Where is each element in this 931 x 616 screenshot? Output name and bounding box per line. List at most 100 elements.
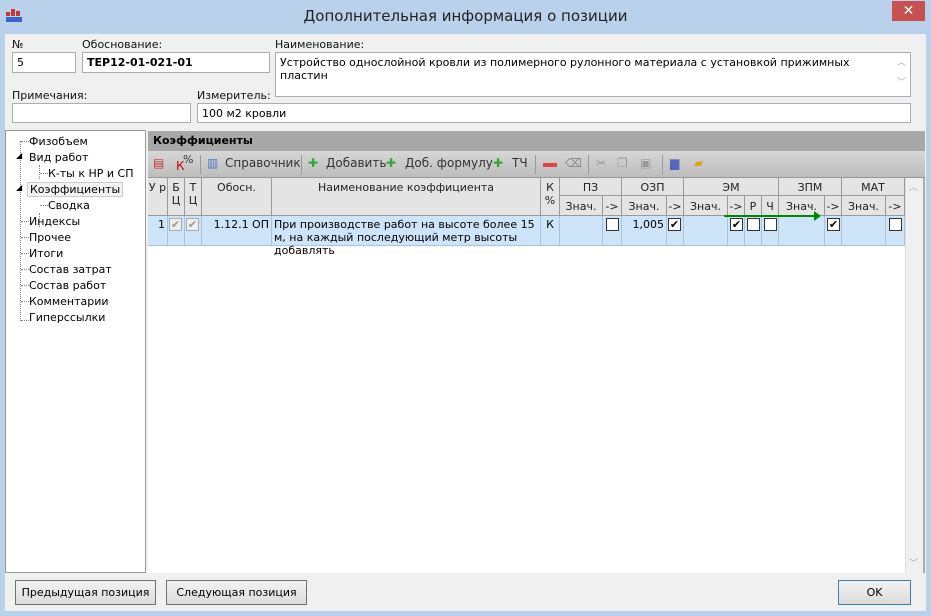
grid-body bbox=[148, 246, 905, 573]
cell-ur[interactable]: 1 bbox=[148, 216, 168, 246]
basis-input[interactable]: ТЕР12-01-021-01 bbox=[82, 52, 270, 73]
tree-item-fizobem[interactable]: Физобъем bbox=[29, 135, 88, 148]
cell-tc[interactable]: ✔ bbox=[185, 216, 202, 246]
arrow-head-icon bbox=[814, 211, 821, 221]
tch-button[interactable]: ТЧ bbox=[512, 156, 528, 170]
section-title: Коэффициенты bbox=[148, 132, 925, 151]
col-ur[interactable]: У р bbox=[148, 178, 168, 216]
grid-scrollbar[interactable]: ︿ ﹀ bbox=[905, 178, 923, 573]
col-kp[interactable]: К % bbox=[541, 178, 560, 216]
col-em-ch[interactable]: Ч bbox=[762, 196, 779, 216]
tree-item-kommentarii[interactable]: Комментарии bbox=[29, 295, 109, 308]
name-scrollbar[interactable]: ︿ ﹀ bbox=[893, 53, 910, 96]
reference-button[interactable]: Справочник bbox=[225, 156, 301, 170]
em-r-checkbox[interactable] bbox=[747, 218, 760, 231]
expand-icon[interactable]: ◢ bbox=[16, 151, 22, 160]
delete-row-icon[interactable]: ▤ bbox=[153, 156, 164, 170]
number-label: № bbox=[12, 38, 24, 51]
tree-item-sostav-zatrat[interactable]: Состав затрат bbox=[29, 263, 112, 276]
close-button[interactable]: ✕ bbox=[892, 1, 925, 21]
cell-basis[interactable]: 1.12.1 ОП bbox=[202, 216, 272, 246]
cell-bc[interactable]: ✔ bbox=[168, 216, 185, 246]
col-pz[interactable]: ПЗ bbox=[560, 178, 622, 196]
col-ozp-val[interactable]: Знач. bbox=[622, 196, 667, 216]
window-title: Дополнительная информация о позиции bbox=[303, 7, 628, 25]
col-zpm[interactable]: ЗПМ bbox=[779, 178, 842, 196]
col-mat[interactable]: МАТ bbox=[842, 178, 905, 196]
save-icon[interactable]: ▆ bbox=[670, 156, 679, 170]
book-icon: ▥ bbox=[207, 156, 219, 170]
tree-item-vid-rabot[interactable]: Вид работ bbox=[29, 151, 88, 164]
notes-input[interactable] bbox=[12, 103, 191, 123]
col-name[interactable]: Наименование коэффициента bbox=[272, 178, 541, 216]
cell-em-arrow[interactable]: ✔ bbox=[728, 216, 745, 246]
cell-ozp-val[interactable]: 1,005 bbox=[622, 216, 667, 246]
em-ch-checkbox[interactable] bbox=[764, 218, 777, 231]
cell-name[interactable]: При производстве работ на высоте более 1… bbox=[272, 216, 541, 257]
cut-icon[interactable]: ✂ bbox=[596, 156, 606, 170]
percent-icon[interactable]: % bbox=[183, 153, 193, 166]
tree-item-k-ty[interactable]: К-ты к НР и СП bbox=[48, 167, 134, 180]
copy-icon[interactable]: ❐ bbox=[617, 156, 628, 170]
ok-button[interactable]: OK bbox=[838, 580, 911, 605]
toolbar: ▤ К % ▥ Справочник ✚ Добавить ✚ Доб. фор… bbox=[148, 151, 925, 178]
col-em-arrow[interactable]: -> bbox=[728, 196, 745, 216]
scroll-up-icon[interactable]: ︿ bbox=[909, 180, 918, 193]
scroll-down-icon[interactable]: ﹀ bbox=[909, 556, 918, 569]
number-input[interactable]: 5 bbox=[12, 52, 76, 73]
cell-em-r[interactable] bbox=[745, 216, 762, 246]
col-ozp[interactable]: ОЗП bbox=[622, 178, 684, 196]
col-bc[interactable]: Б Ц bbox=[168, 178, 185, 216]
open-folder-icon[interactable]: ▰ bbox=[694, 156, 703, 170]
cell-mat-val[interactable] bbox=[842, 216, 886, 246]
cell-em-ch[interactable] bbox=[762, 216, 779, 246]
cell-kp[interactable]: К bbox=[541, 216, 560, 246]
tree-item-indeksy[interactable]: Индексы bbox=[29, 215, 80, 228]
tree-item-giperssylki[interactable]: Гиперссылки bbox=[29, 311, 105, 324]
col-mat-arrow[interactable]: -> bbox=[886, 196, 905, 216]
cell-mat-arrow[interactable] bbox=[886, 216, 905, 246]
col-ozp-arrow[interactable]: -> bbox=[667, 196, 684, 216]
prev-position-button[interactable]: Предыдущая позиция bbox=[15, 580, 156, 605]
add-formula-icon: ✚ bbox=[386, 156, 397, 170]
paste-icon[interactable]: ▣ bbox=[640, 156, 651, 170]
tree-item-itogi[interactable]: Итоги bbox=[29, 247, 63, 260]
tree-item-koefficienty[interactable]: Коэффициенты bbox=[27, 182, 124, 197]
cell-pz-arrow[interactable] bbox=[603, 216, 622, 246]
name-label: Наименование: bbox=[275, 38, 365, 51]
col-pz-val[interactable]: Знач. bbox=[560, 196, 603, 216]
remove-icon[interactable] bbox=[543, 163, 557, 167]
tree-item-svodka[interactable]: Сводка bbox=[48, 199, 90, 212]
eraser-icon[interactable]: ⌫ bbox=[565, 156, 582, 170]
cell-zpm-arrow[interactable]: ✔ bbox=[825, 216, 842, 246]
tree-item-sostav-rabot[interactable]: Состав работ bbox=[29, 279, 106, 292]
tree-item-prochee[interactable]: Прочее bbox=[29, 231, 71, 244]
navigation-tree: Физобъем ◢ Вид работ К-ты к НР и СП ◢ Коэф… bbox=[5, 130, 146, 573]
cell-pz-val[interactable] bbox=[560, 216, 603, 246]
unit-input[interactable]: 100 м2 кровли bbox=[197, 103, 911, 123]
ozp-arrow-checkbox[interactable]: ✔ bbox=[668, 218, 681, 231]
col-zpm-arrow[interactable]: -> bbox=[825, 196, 842, 216]
expand-icon[interactable]: ◢ bbox=[16, 183, 22, 192]
name-textarea[interactable]: Устройство однослойной кровли из полимер… bbox=[275, 52, 911, 97]
pz-arrow-checkbox[interactable] bbox=[606, 218, 619, 231]
notes-label: Примечания: bbox=[12, 89, 88, 102]
col-mat-val[interactable]: Знач. bbox=[842, 196, 886, 216]
col-em-r[interactable]: Р bbox=[745, 196, 762, 216]
bc-checkbox[interactable]: ✔ bbox=[169, 218, 182, 231]
cell-ozp-arrow[interactable]: ✔ bbox=[667, 216, 684, 246]
col-tc[interactable]: Т Ц bbox=[185, 178, 202, 216]
mat-arrow-checkbox[interactable] bbox=[889, 218, 902, 231]
cell-em-val[interactable] bbox=[684, 216, 728, 246]
col-basis[interactable]: Обосн. bbox=[202, 178, 272, 216]
tch-icon: ✚ bbox=[493, 156, 504, 170]
tc-checkbox[interactable]: ✔ bbox=[186, 218, 199, 231]
em-arrow-checkbox[interactable]: ✔ bbox=[730, 218, 743, 231]
add-formula-button[interactable]: Доб. формулу bbox=[405, 156, 493, 170]
col-pz-arrow[interactable]: -> bbox=[603, 196, 622, 216]
next-position-button[interactable]: Следующая позиция bbox=[166, 580, 307, 605]
col-em[interactable]: ЭМ bbox=[684, 178, 779, 196]
col-em-val[interactable]: Знач. bbox=[684, 196, 728, 216]
zpm-arrow-checkbox[interactable]: ✔ bbox=[827, 218, 840, 231]
add-button[interactable]: Добавить bbox=[326, 156, 386, 170]
